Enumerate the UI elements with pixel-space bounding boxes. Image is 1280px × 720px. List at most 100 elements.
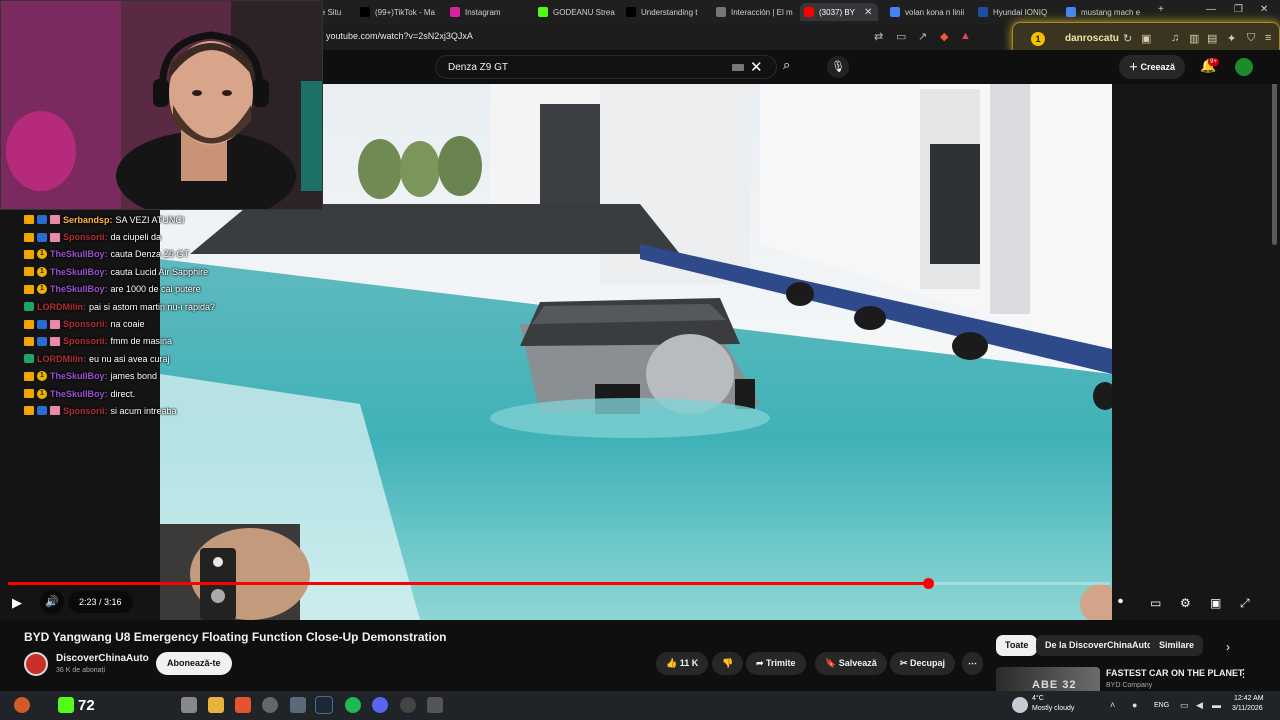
chat-username[interactable]: TheSkullBoy: (50, 267, 108, 277)
menu-icon[interactable]: ≡ (1265, 32, 1271, 44)
autoplay-toggle-icon[interactable]: ⏺ (1118, 596, 1123, 607)
chat-username[interactable]: LORDMilin: (37, 354, 86, 364)
search-input[interactable]: Denza Z9 GT (448, 62, 508, 73)
wallet-icon[interactable]: ▤ (1207, 32, 1217, 45)
weather-icon[interactable] (1012, 697, 1028, 713)
fullscreen-icon[interactable]: ⤢ (1240, 596, 1250, 611)
mod-badge-icon (37, 336, 47, 346)
chat-username[interactable]: TheSkullBoy: (50, 284, 108, 294)
translate-icon[interactable]: ⇄ (874, 30, 883, 43)
kick-icon[interactable] (58, 697, 74, 713)
clip-button[interactable]: ✂ Decupaj (890, 652, 956, 675)
spotify-icon[interactable] (345, 697, 361, 713)
clock-time[interactable]: 12:42 AM (1234, 695, 1264, 702)
settings-app-icon[interactable] (262, 697, 278, 713)
theater-mode-icon[interactable]: ▣ (1210, 596, 1221, 610)
brave-browser-icon[interactable] (235, 697, 251, 713)
time-display: 2:23 / 3:16 (68, 591, 133, 613)
chip-related[interactable]: Similare (1150, 635, 1204, 656)
clear-search-icon[interactable]: ✕ (750, 58, 763, 76)
chat-username[interactable]: Sponsorii: (63, 232, 108, 242)
recommended-channel[interactable]: BYD Company (1106, 682, 1152, 689)
share-page-icon[interactable]: ↗ (918, 30, 927, 43)
recommended-title[interactable]: FASTEST CAR ON THE PLANET (1106, 668, 1244, 678)
file-explorer-icon[interactable] (208, 697, 224, 713)
account-avatar[interactable] (1235, 58, 1253, 76)
rewards-icon[interactable]: ▲ (960, 30, 971, 42)
browser-tab[interactable]: (99+)TikTok - Ma (356, 3, 440, 21)
progress-fill (8, 582, 929, 585)
chat-username[interactable]: TheSkullBoy: (50, 389, 108, 399)
settings-gear-icon[interactable]: ⚙ (1180, 596, 1191, 610)
close-window-icon[interactable]: ✕ (1260, 4, 1268, 15)
browser-tab[interactable]: Hyundai IONIQ (974, 3, 1056, 21)
task-view-icon[interactable] (181, 697, 197, 713)
browser-tab[interactable]: mustang mach e (1062, 3, 1144, 21)
search-box[interactable]: Denza Z9 GT ✕ (435, 55, 777, 79)
steam-icon[interactable] (315, 696, 333, 714)
chat-username[interactable]: Sponsorii: (63, 319, 108, 329)
battery-icon[interactable]: ▬ (1212, 700, 1221, 710)
chat-username[interactable]: TheSkullBoy: (50, 371, 108, 381)
clock-date[interactable]: 3/11/2026 (1232, 705, 1263, 712)
share-button[interactable]: ➦ Trimite (746, 652, 806, 675)
browser-tab[interactable]: Interacción | El m (712, 3, 794, 21)
shield-icon[interactable]: ⛉ (1247, 32, 1255, 45)
brave-shield-icon[interactable]: ◆ (940, 30, 948, 43)
subscribe-button[interactable]: Abonează-te (156, 652, 232, 675)
browser-tab[interactable]: (3037) BY ✕ (800, 3, 878, 21)
browser-tab[interactable]: volan kona n linii (886, 3, 968, 21)
chip-from-channel[interactable]: De la DiscoverChinaAuto (1036, 635, 1162, 656)
volume-icon[interactable]: 🔊 (40, 590, 64, 614)
crown-badge-icon (24, 232, 34, 242)
recommended-thumbnail[interactable]: ABE 32 (996, 667, 1100, 691)
chip-all[interactable]: Toate (996, 635, 1038, 656)
progress-bar[interactable] (8, 578, 1110, 589)
cast-icon[interactable]: ▭ (896, 30, 906, 43)
play-icon[interactable]: ▶ (12, 595, 22, 611)
chat-username[interactable]: TheSkullBoy: (50, 249, 108, 259)
obs-icon[interactable] (400, 697, 416, 713)
chevron-right-icon[interactable]: › (1226, 640, 1230, 654)
url-field[interactable]: youtube.com/watch?v=2sN2xj3QJxA (326, 31, 473, 41)
close-tab-icon[interactable]: ✕ (864, 7, 872, 18)
like-button[interactable]: 👍 11 K (656, 652, 709, 675)
refresh-icon[interactable]: ↻ (1123, 32, 1132, 45)
browser-tab[interactable]: Instagram (446, 3, 526, 21)
subtitles-icon[interactable]: ▭ (1150, 596, 1161, 610)
network-icon[interactable]: ▭ (1180, 700, 1189, 711)
discord-icon[interactable] (372, 697, 388, 713)
channel-avatar[interactable] (24, 652, 48, 676)
minimize-icon[interactable]: — (1206, 4, 1216, 15)
chevron-up-icon[interactable]: ˄ (1110, 700, 1115, 710)
browser-tab[interactable]: Understanding t (622, 3, 706, 21)
mic-tray-icon[interactable]: ● (1132, 700, 1137, 710)
chat-text: na coaie (110, 319, 145, 330)
chat-username[interactable]: LORDMilin: (37, 302, 86, 312)
channel-name[interactable]: DiscoverChinaAuto (56, 653, 149, 664)
speaker-icon[interactable]: ◀ (1196, 700, 1203, 711)
microphone-icon[interactable]: 🎙 (827, 56, 849, 78)
chat-username[interactable]: Serbandsp: (63, 215, 113, 225)
create-button[interactable]: ＋ Creează (1119, 55, 1186, 79)
chat-username[interactable]: Sponsorii: (63, 336, 108, 346)
app-icon[interactable] (427, 697, 443, 713)
avatar-app-icon[interactable] (14, 697, 30, 713)
keyboard-icon[interactable] (732, 64, 744, 71)
page-scrollbar[interactable] (1272, 60, 1277, 245)
save-button[interactable]: 🔖 Salvează (815, 652, 887, 675)
window-icon[interactable]: ▣ (1141, 32, 1151, 45)
new-tab-icon[interactable]: + (1158, 4, 1164, 15)
browser-tab[interactable]: GODEANU Strea (534, 3, 616, 21)
more-actions-button[interactable]: ⋯ (962, 652, 983, 675)
store-icon[interactable] (290, 697, 306, 713)
music-icon[interactable]: ♫ (1171, 32, 1179, 44)
search-icon[interactable]: ⌕ (783, 57, 790, 73)
more-vert-icon[interactable]: ⋮ (1238, 667, 1249, 680)
sparkle-icon[interactable]: ✦ (1227, 32, 1236, 45)
chat-username[interactable]: Sponsorii: (63, 406, 108, 416)
maximize-icon[interactable]: ❐ (1234, 4, 1243, 15)
language-indicator[interactable]: ENG (1154, 702, 1169, 709)
dislike-button[interactable]: 👎 (712, 652, 744, 675)
sidebar-icon[interactable]: ▥ (1189, 32, 1199, 45)
